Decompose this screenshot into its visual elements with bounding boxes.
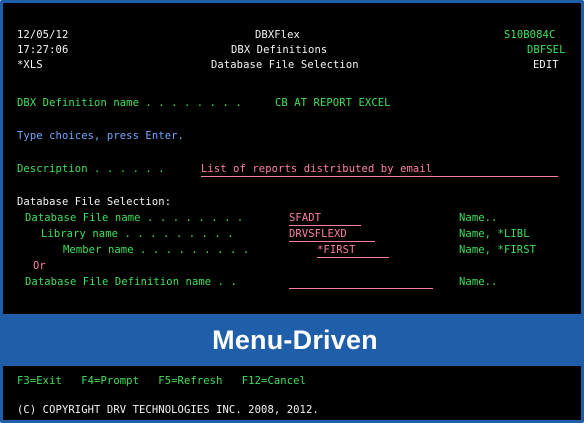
menu-driven-banner: Menu-Driven	[3, 314, 581, 366]
member-hint: Name, *FIRST	[459, 244, 537, 256]
mode-indicator: EDIT	[533, 59, 559, 71]
library-input[interactable]: DRVSFLEXD	[289, 228, 375, 242]
function-keys[interactable]: F3=Exit F4=Prompt F5=Refresh F12=Cancel	[17, 375, 306, 388]
definition-name-value: CB AT REPORT EXCEL	[275, 97, 391, 109]
description-label: Description . . . . . .	[17, 163, 165, 175]
terminal-window: 12/05/12 17:27:06 *XLS DBXFlex DBX Defin…	[0, 0, 584, 423]
database-file-hint: Name..	[459, 212, 498, 224]
system-name: S10B084C	[504, 29, 556, 41]
section-title: Database File Selection:	[17, 196, 172, 208]
file-definition-label: Database File Definition name . .	[25, 276, 237, 288]
file-definition-input[interactable]	[289, 276, 433, 289]
header-user-code: *XLS	[17, 59, 43, 71]
or-label: Or	[33, 260, 46, 272]
definition-name-label: DBX Definition name . . . . . . . .	[17, 97, 242, 109]
header-time: 17:27:06	[17, 44, 69, 56]
banner-title: Menu-Driven	[212, 324, 378, 355]
program-name: DBFSEL	[527, 44, 566, 56]
member-label: Member name . . . . . . . . .	[63, 244, 250, 256]
app-name: DBXFlex	[255, 29, 300, 41]
member-input[interactable]: *FIRST	[317, 244, 389, 258]
terminal-screen: 12/05/12 17:27:06 *XLS DBXFlex DBX Defin…	[3, 3, 581, 420]
database-file-input[interactable]: SFADT	[289, 212, 361, 226]
file-definition-hint: Name..	[459, 276, 498, 288]
library-hint: Name, *LIBL	[459, 228, 530, 240]
database-file-label: Database File name . . . . . . . .	[25, 212, 244, 224]
screen-subtitle: DBX Definitions	[231, 44, 328, 56]
instructions-text: Type choices, press Enter.	[17, 130, 184, 142]
header-date: 12/05/12	[17, 29, 69, 41]
description-input[interactable]: List of reports distributed by email	[201, 163, 558, 177]
copyright-text: (C) COPYRIGHT DRV TECHNOLOGIES INC. 2008…	[17, 404, 319, 416]
library-label: Library name . . . . . . . . .	[41, 228, 234, 240]
page-title: Database File Selection	[211, 59, 359, 71]
